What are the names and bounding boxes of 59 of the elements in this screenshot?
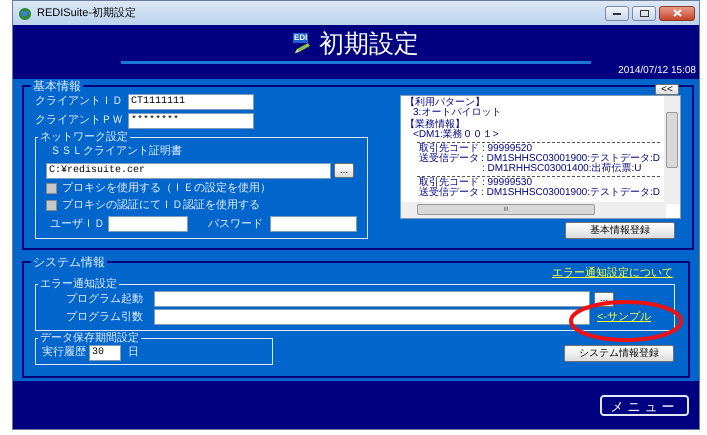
maximize-icon — [640, 10, 648, 16]
field-label: ユーザＩＤ — [49, 216, 106, 232]
sample-link[interactable]: <-サンプル — [597, 308, 652, 326]
window-title: REDISuite-初期設定 — [37, 6, 136, 21]
browse-button[interactable]: ... — [334, 163, 354, 178]
register-button[interactable]: システム情報登録 — [564, 345, 674, 362]
summary-label: 取引先コード — [419, 178, 480, 188]
field-label: パスワード — [208, 216, 264, 232]
maximize-button[interactable] — [632, 6, 656, 20]
checkbox-label: プロキシを使用する（ＩＥの設定を使用） — [62, 180, 271, 196]
group-legend: ネットワーク設定 — [38, 131, 130, 143]
group-legend: エラー通知設定 — [38, 278, 119, 290]
checkbox[interactable] — [46, 200, 57, 211]
close-icon — [672, 9, 682, 17]
program-field[interactable] — [154, 291, 590, 307]
arguments-field[interactable] — [154, 309, 590, 325]
help-link[interactable]: エラー通知設定について — [552, 266, 673, 278]
history-days-field[interactable]: 30 — [89, 344, 121, 360]
summary-label: 取引先コード — [419, 144, 480, 154]
checkbox[interactable] — [46, 183, 57, 194]
page-title: 初期設定 — [319, 28, 419, 60]
text-field[interactable]: CT1111111 — [128, 94, 254, 110]
summary-heading: 【利用パターン】 — [405, 98, 486, 108]
section-legend: システム情報 — [31, 256, 107, 268]
summary-text: <DM1:業務００１> — [412, 130, 500, 140]
minimize-icon — [613, 12, 621, 14]
user-id-field[interactable] — [108, 216, 188, 232]
summary-value: : 99999520 — [482, 144, 532, 154]
minimize-button[interactable] — [605, 6, 629, 20]
checkbox-label: プロキシの認証にてＩＤ認証を使用する — [62, 198, 260, 214]
text-field[interactable]: ******** — [128, 112, 254, 128]
section-legend: 基本情報 — [31, 80, 83, 92]
field-label: ＳＳＬクライアント証明書 — [50, 144, 183, 159]
vertical-scrollbar[interactable] — [664, 96, 680, 204]
close-button[interactable] — [659, 6, 695, 20]
summary-value: : DM1RHHSC03001400:出荷伝票:U — [482, 164, 642, 174]
group-legend: データ保存期間設定 — [38, 332, 141, 344]
summary-value: : 99999530 — [482, 178, 532, 188]
summary-text: 3:オートパイロット — [412, 108, 502, 118]
summary-value: : DM1SHHSC03001900:テストデータ:D — [481, 154, 660, 164]
summary-value: : DM1SHHSC03001900:テストデータ:D — [481, 188, 660, 198]
menu-button[interactable]: メニュー — [600, 394, 689, 416]
register-button[interactable]: 基本情報登録 — [565, 222, 675, 239]
field-label: 実行履歴 — [42, 344, 86, 360]
logo-badge: EDI — [293, 33, 308, 43]
password-field[interactable] — [270, 216, 357, 232]
globe-icon — [17, 5, 33, 21]
field-label: クライアントＰＷ — [35, 113, 124, 128]
field-label: クライアントＩＤ — [35, 94, 124, 110]
file-path-field[interactable]: C:¥redisuite.cer — [46, 162, 331, 178]
datetime: 2014/07/12 15:08 — [618, 64, 696, 78]
field-label: プログラム引数 — [65, 310, 144, 325]
summary-label: 送受信データ — [419, 154, 480, 164]
field-label: プログラム起動 — [65, 292, 144, 307]
collapse-button[interactable]: << — [655, 84, 679, 95]
pencil-icon — [294, 43, 310, 54]
summary-heading: 【業務情報】 — [405, 120, 466, 130]
unit-label: 日 — [128, 345, 139, 360]
summary-label: 送受信データ — [419, 188, 480, 198]
